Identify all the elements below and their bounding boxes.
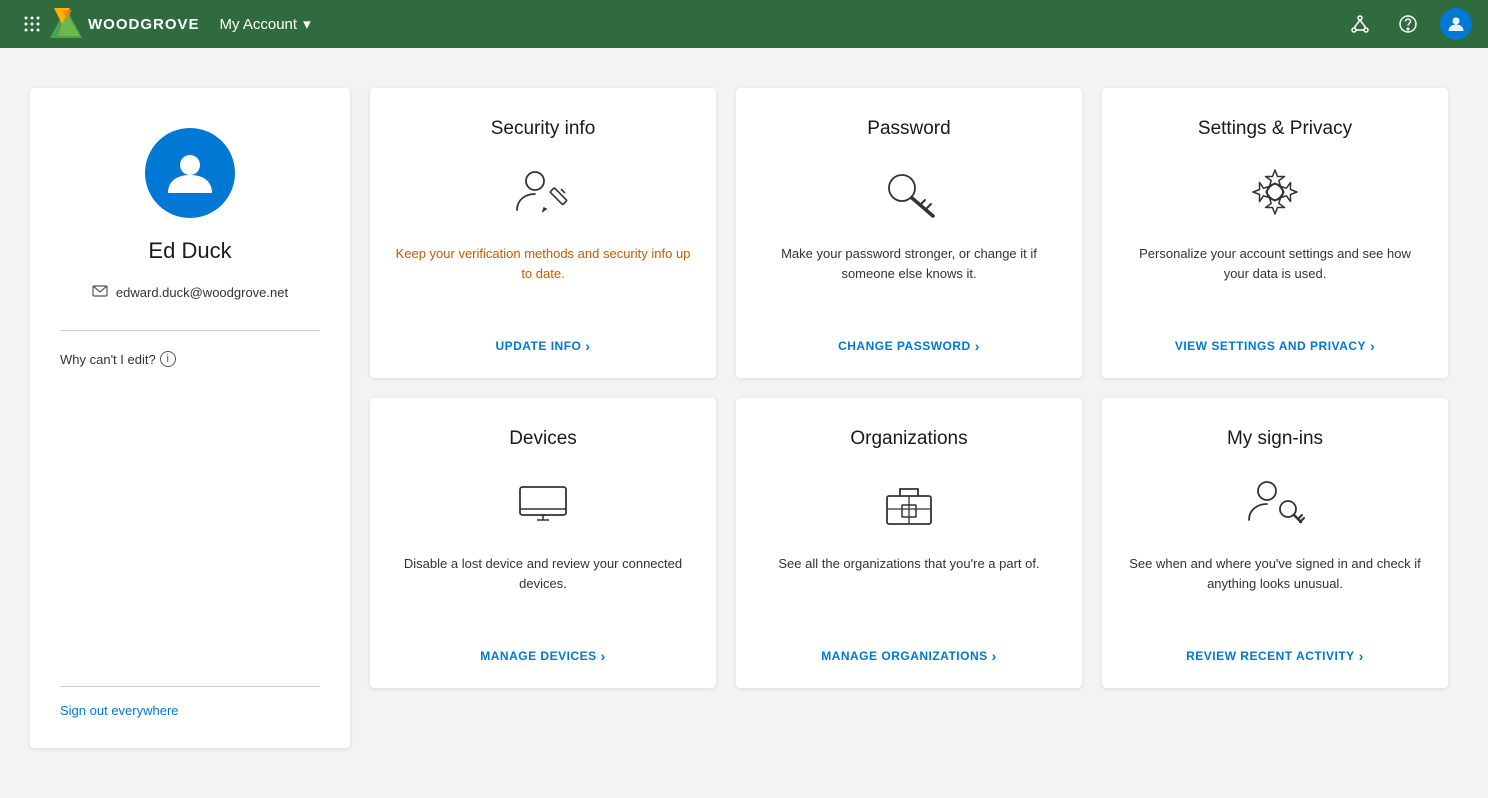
header-right <box>1344 8 1472 40</box>
tile-link-chevron-security-info: › <box>585 338 590 354</box>
tile-link-security-info[interactable]: UPDATE INFO › <box>495 338 590 354</box>
grid-icon[interactable] <box>16 8 48 40</box>
main-content: Ed Duck edward.duck@woodgrove.net Why ca… <box>0 48 1488 798</box>
tile-desc-settings-privacy: Personalize your account settings and se… <box>1126 244 1424 299</box>
tile-icon-organizations <box>879 470 939 534</box>
tile-link-organizations[interactable]: MANAGE ORGANIZATIONS › <box>821 648 997 664</box>
info-icon: i <box>160 351 176 367</box>
tile-link-label-settings-privacy: VIEW SETTINGS AND PRIVACY <box>1175 339 1366 353</box>
tile-title-devices: Devices <box>509 428 577 450</box>
tile-title-organizations: Organizations <box>850 428 967 450</box>
email-icon <box>92 284 108 300</box>
divider-top <box>60 330 320 331</box>
account-menu[interactable]: My Account ▾ <box>220 15 311 33</box>
user-avatar-large <box>145 128 235 218</box>
tile-desc-devices: Disable a lost device and review your co… <box>394 554 692 609</box>
user-avatar-icon <box>164 147 216 199</box>
tile-desc-my-sign-ins: See when and where you've signed in and … <box>1126 554 1424 609</box>
user-email-row: edward.duck@woodgrove.net <box>92 284 288 300</box>
user-name: Ed Duck <box>148 238 231 264</box>
divider-bottom <box>60 686 320 687</box>
tile-link-settings-privacy[interactable]: VIEW SETTINGS AND PRIVACY › <box>1175 338 1375 354</box>
tile-link-label-security-info: UPDATE INFO <box>495 339 581 353</box>
tile-link-chevron-organizations: › <box>992 648 997 664</box>
why-edit[interactable]: Why can't I edit? i <box>60 351 176 367</box>
user-card: Ed Duck edward.duck@woodgrove.net Why ca… <box>30 88 350 748</box>
tile-desc-security-info: Keep your verification methods and secur… <box>394 244 692 299</box>
tile-link-password[interactable]: CHANGE PASSWORD › <box>838 338 980 354</box>
help-icon[interactable] <box>1392 8 1424 40</box>
tile-link-chevron-devices: › <box>601 648 606 664</box>
tile-link-chevron-my-sign-ins: › <box>1359 648 1364 664</box>
tile-link-label-organizations: MANAGE ORGANIZATIONS <box>821 649 987 663</box>
tile-icon-password <box>879 160 939 224</box>
tile-password: Password Make your password stronger, or… <box>736 88 1082 378</box>
tile-my-sign-ins: My sign-ins See when and where you've si… <box>1102 398 1448 688</box>
user-avatar-header[interactable] <box>1440 8 1472 40</box>
tile-security-info: Security info Keep your verification met… <box>370 88 716 378</box>
why-edit-label: Why can't I edit? <box>60 352 156 367</box>
tile-devices: Devices Disable a lost device and review… <box>370 398 716 688</box>
tile-link-devices[interactable]: MANAGE DEVICES › <box>480 648 606 664</box>
logo-text: WOODGROVE <box>88 16 200 33</box>
tile-link-label-devices: MANAGE DEVICES <box>480 649 596 663</box>
tile-desc-password: Make your password stronger, or change i… <box>760 244 1058 299</box>
tiles-grid: Security info Keep your verification met… <box>370 88 1448 688</box>
sign-out-link[interactable]: Sign out everywhere <box>60 703 179 718</box>
tile-link-label-password: CHANGE PASSWORD <box>838 339 971 353</box>
page-wrapper: Ed Duck edward.duck@woodgrove.net Why ca… <box>0 48 1488 798</box>
tile-icon-devices <box>513 470 573 534</box>
tile-link-my-sign-ins[interactable]: REVIEW RECENT ACTIVITY › <box>1186 648 1364 664</box>
tile-desc-organizations: See all the organizations that you're a … <box>778 554 1039 590</box>
tile-title-security-info: Security info <box>491 118 596 140</box>
tile-icon-settings-privacy <box>1245 160 1305 224</box>
tile-organizations: Organizations See all the organizations … <box>736 398 1082 688</box>
tile-link-chevron-settings-privacy: › <box>1370 338 1375 354</box>
tile-link-chevron-password: › <box>975 338 980 354</box>
account-menu-label: My Account <box>220 16 298 33</box>
logo-icon <box>48 6 84 42</box>
app-header: WOODGROVE My Account ▾ <box>0 0 1488 48</box>
network-icon[interactable] <box>1344 8 1376 40</box>
tile-link-label-my-sign-ins: REVIEW RECENT ACTIVITY <box>1186 649 1355 663</box>
tile-title-my-sign-ins: My sign-ins <box>1227 428 1323 450</box>
tile-icon-my-sign-ins <box>1245 470 1305 534</box>
tile-settings-privacy: Settings & Privacy Personalize your acco… <box>1102 88 1448 378</box>
tile-title-settings-privacy: Settings & Privacy <box>1198 118 1352 140</box>
account-menu-chevron: ▾ <box>303 15 311 33</box>
logo: WOODGROVE <box>48 6 200 42</box>
user-email: edward.duck@woodgrove.net <box>116 285 288 300</box>
tile-title-password: Password <box>867 118 950 140</box>
tile-icon-security-info <box>513 160 573 224</box>
